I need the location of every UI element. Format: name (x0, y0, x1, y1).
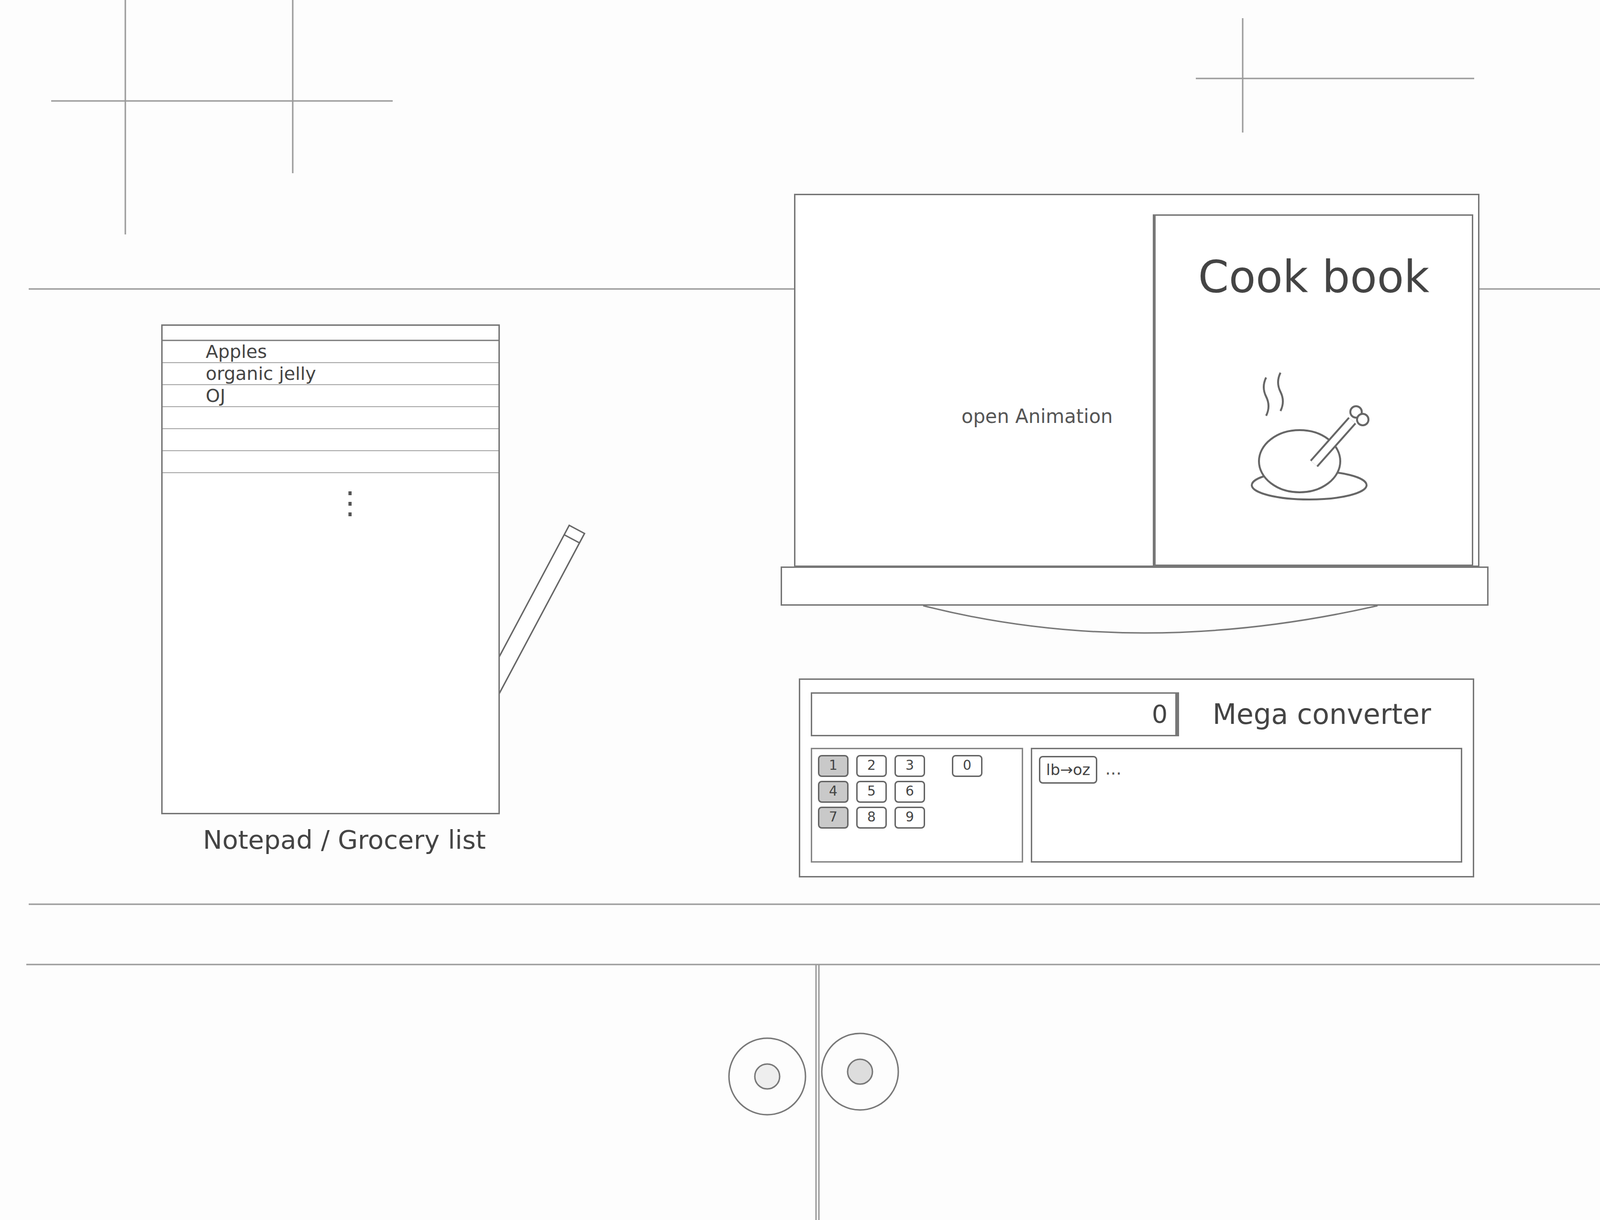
keypad-row: 123 0 (817, 754, 1016, 777)
keypad-key[interactable]: 8 (856, 806, 887, 829)
conversion-option[interactable]: lb→oz (1038, 755, 1098, 784)
more-conversions: ... (1104, 755, 1122, 782)
keypad-key[interactable]: 5 (856, 780, 887, 803)
keypad-key[interactable]: 9 (894, 806, 926, 829)
keypad-key[interactable]: 7 (817, 806, 849, 829)
cabinet-knob-icon (728, 1033, 899, 1115)
conversion-list: lb→oz... (1030, 747, 1463, 863)
blank-line[interactable] (162, 451, 499, 474)
animation-note: open Animation (961, 401, 1113, 431)
keypad-key[interactable]: 1 (817, 754, 849, 777)
keypad-key[interactable]: 2 (856, 754, 887, 777)
converter-header: 0Mega converter (810, 692, 1463, 737)
roast-chicken-icon (1237, 367, 1391, 512)
converter-body: 123 0 456 789 lb→oz... (810, 747, 1463, 863)
kitchen-canvas: Applesorganic jellyOJ ⋮ Notepad / Grocery … (0, 0, 1600, 1220)
grocery-item[interactable]: organic jelly (162, 363, 499, 386)
keypad-key[interactable]: 0 (951, 754, 983, 777)
keypad-key[interactable]: 4 (817, 780, 849, 803)
cookbook-shelf (780, 566, 1489, 606)
notepad[interactable]: Applesorganic jellyOJ ⋮ (161, 324, 500, 815)
blank-line[interactable] (162, 407, 499, 430)
converter-display[interactable]: 0 (810, 692, 1180, 737)
cookbook-title: Cook book (1155, 244, 1472, 311)
keypad-row: 456 (817, 780, 1016, 803)
keypad-row: 789 (817, 806, 1016, 829)
keypad: 123 0 456 789 (810, 747, 1024, 863)
notepad-caption: Notepad / Grocery list (191, 820, 498, 860)
mega-converter: 0Mega converter1230456789lb→oz... (798, 678, 1475, 878)
blank-line[interactable] (162, 429, 499, 452)
grocery-item[interactable]: Apples (162, 341, 499, 364)
cookbook-door[interactable]: Cook book (1152, 214, 1474, 566)
keypad-key[interactable]: 3 (894, 754, 926, 777)
keypad-key[interactable]: 6 (894, 780, 926, 803)
cookbook-frame: Cook book (794, 193, 1480, 567)
converter-title: Mega converter (1179, 693, 1432, 736)
grocery-item[interactable]: OJ (162, 385, 499, 408)
more-indicator: ⋮ (162, 487, 499, 519)
notepad-header (162, 325, 499, 342)
